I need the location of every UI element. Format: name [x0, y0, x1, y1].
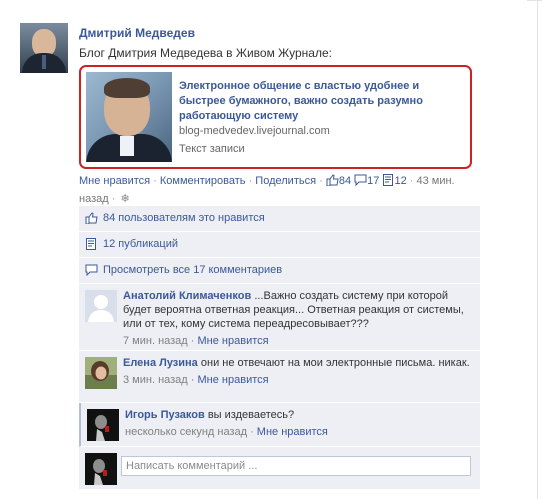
comment-text: вы издеваетесь? — [207, 409, 295, 421]
post-actions: Мне нравится · Комментировать · Поделить… — [79, 174, 455, 207]
user-avatar — [85, 453, 117, 485]
feedback-panel: 84 пользователям это нравится 12 публика… — [79, 206, 480, 489]
view-all-comments-row[interactable]: Просмотреть все 17 комментариев — [79, 258, 480, 284]
thumbs-up-icon — [85, 212, 98, 229]
comment-text: они не отвечают на мои электронные письм… — [200, 357, 470, 369]
comment-bubble-icon — [85, 264, 98, 281]
comment-time: 7 мин. назад — [123, 335, 188, 347]
comment-composer — [79, 447, 480, 489]
attachment-title[interactable]: Электронное общение с властью удобнее и … — [179, 79, 464, 124]
shares-summary-row[interactable]: 12 публикаций — [79, 232, 480, 258]
default-avatar-icon[interactable] — [85, 290, 117, 322]
comment-input[interactable] — [121, 456, 471, 476]
comments-count[interactable]: 17 — [367, 175, 379, 187]
likes-summary-text[interactable]: 84 пользователям это нравится — [103, 211, 265, 226]
post-author-name[interactable]: Дмитрий Медведев — [79, 26, 195, 40]
comment-item: Игорь Пузаков вы издеваетесь? несколько … — [79, 403, 480, 447]
likes-summary-row[interactable]: 84 пользователям это нравится — [79, 206, 480, 232]
comment-like-link[interactable]: Мне нравится — [198, 374, 269, 386]
post-text: Блог Дмитрия Медведева в Живом Журнале: — [79, 46, 332, 60]
comment-item: Анатолий Климаченков ...Важно создать си… — [79, 284, 480, 351]
gear-icon[interactable]: ❄ — [120, 191, 129, 207]
likes-count[interactable]: 84 — [339, 175, 351, 187]
share-doc-icon — [85, 238, 97, 255]
shares-count[interactable]: 12 — [394, 175, 406, 187]
attachment-domain: blog-medvedev.livejournal.com — [179, 125, 330, 137]
link-attachment[interactable]: Электронное общение с властью удобнее и … — [79, 65, 472, 169]
shares-summary-text[interactable]: 12 публикаций — [103, 237, 178, 252]
comment-bubble-icon — [354, 174, 367, 191]
comment-like-link[interactable]: Мне нравится — [198, 335, 269, 347]
thumbs-up-icon — [326, 174, 339, 191]
frame-border-top — [527, 0, 542, 1]
comment-author[interactable]: Игорь Пузаков — [125, 409, 205, 421]
attachment-description: Текст записи — [179, 143, 245, 155]
author-avatar[interactable] — [20, 23, 68, 73]
frame-border — [537, 0, 538, 499]
comment-time: 3 мин. назад — [123, 374, 188, 386]
user-avatar[interactable] — [85, 357, 117, 389]
user-avatar[interactable] — [87, 409, 119, 441]
comment-time: несколько секунд назад — [125, 426, 248, 438]
comment-author[interactable]: Анатолий Климаченков — [123, 290, 251, 302]
comment-author[interactable]: Елена Лузина — [123, 357, 198, 369]
share-link[interactable]: Поделиться — [255, 175, 316, 187]
comment-like-link[interactable]: Мне нравится — [257, 426, 328, 438]
view-all-comments-link[interactable]: Просмотреть все 17 комментариев — [103, 263, 282, 278]
share-doc-icon — [382, 174, 394, 191]
comment-link[interactable]: Комментировать — [160, 175, 246, 187]
like-link[interactable]: Мне нравится — [79, 175, 150, 187]
attachment-thumbnail[interactable] — [86, 72, 172, 162]
comment-item: Елена Лузина они не отвечают на мои элек… — [79, 351, 480, 403]
